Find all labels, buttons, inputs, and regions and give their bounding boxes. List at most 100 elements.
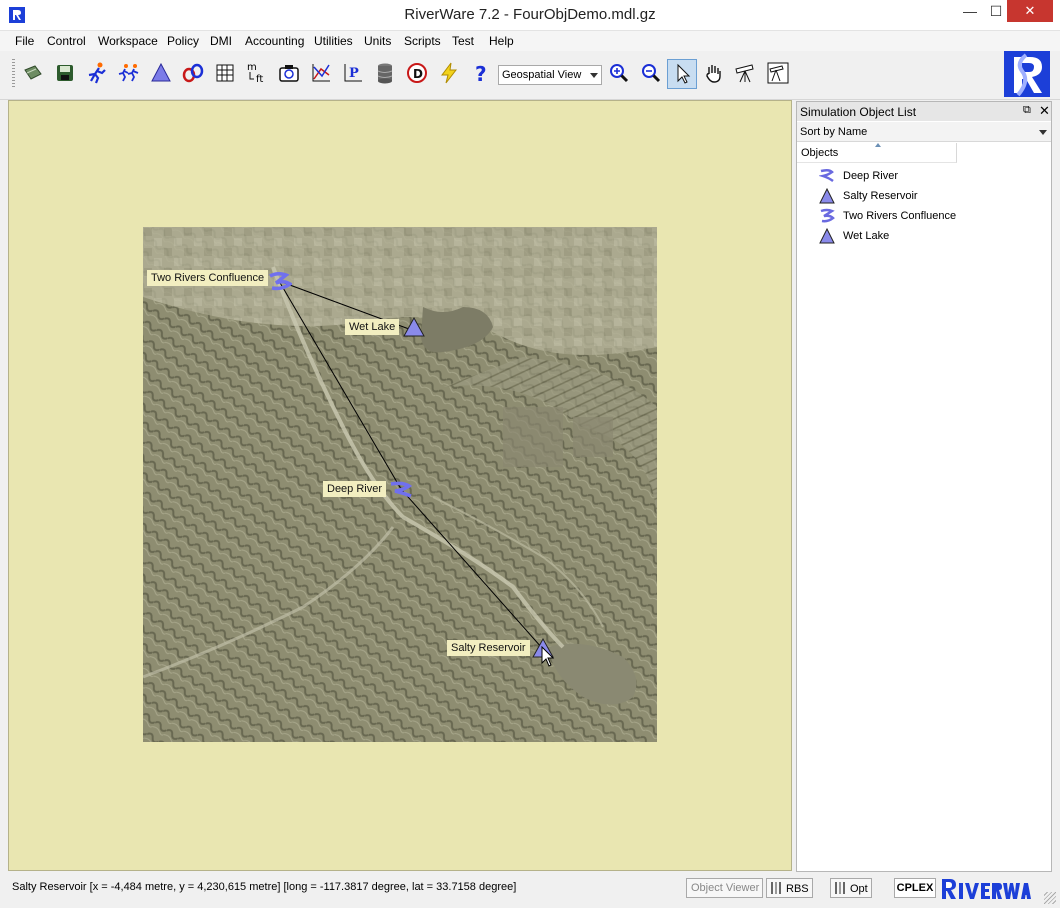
opt-label: Opt [850,883,868,895]
view-selector[interactable]: Geospatial View [498,65,602,85]
reach-icon [819,168,834,183]
pointer-icon [677,63,691,84]
menu-help[interactable]: Help [489,34,514,48]
close-panel-icon[interactable]: ✕ [1039,103,1050,119]
ruleset-icon [771,882,784,894]
rbs-button[interactable]: RBS [766,878,813,898]
close-button[interactable]: ✕ [1007,0,1053,22]
menu-file[interactable]: File [15,34,34,48]
run-icon [88,62,106,84]
mouse-cursor-icon [541,646,555,667]
workspace-canvas[interactable]: Two Rivers Confluence Wet Lake Deep Rive… [8,100,792,871]
menu-accounting[interactable]: Accounting [245,34,304,48]
help-icon: ? [475,62,487,85]
save-icon [57,65,73,81]
menu-test[interactable]: Test [452,34,474,48]
list-item-label: Deep River [843,170,899,182]
telescope-icon [735,64,754,83]
opt-button[interactable]: Opt [830,878,872,898]
title-bar: RiverWare 7.2 - FourObjDemo.mdl.gz — ☐ ✕ [0,0,1060,31]
menu-units[interactable]: Units [364,34,391,48]
rbs-label: RBS [786,883,809,895]
menu-policy[interactable]: Policy [167,34,199,48]
resize-grip[interactable] [1044,892,1056,904]
telescope-button[interactable] [734,61,758,85]
riverware-wordmark-logo [942,879,1031,899]
cplex-label: CPLEX [896,882,934,894]
view-icon [767,62,789,84]
confluence-icon [820,208,835,223]
panel-title: Simulation Object List [800,105,917,119]
object-viewer-button[interactable]: Object Viewer [686,878,764,898]
zoom-in-button[interactable] [607,61,631,85]
sort-ascending-icon [875,143,881,147]
open-icon [24,65,42,80]
view-button[interactable] [766,61,790,85]
help-glyph: ? [475,62,487,85]
menu-scripts[interactable]: Scripts [404,34,441,48]
list-item-label: Salty Reservoir [843,190,918,202]
sort-selector[interactable]: Sort by Name [797,122,1051,142]
wet-lake-label[interactable]: Wet Lake [345,319,400,335]
chevron-down-icon [1039,130,1047,135]
reservoir-tool-button[interactable] [149,61,173,85]
run-button[interactable] [85,61,109,85]
pan-hand-icon [706,65,721,83]
plot-icon [312,64,330,82]
optimization-icon [835,882,848,894]
diagnostics-letter: D [413,67,423,81]
policy-letter: P [349,66,359,81]
lightning-button[interactable] [437,61,461,85]
pan-button[interactable] [702,61,726,85]
menu-utilities[interactable]: Utilities [314,34,353,48]
save-button[interactable] [53,61,77,85]
panel-header: Simulation Object List ⧉ ✕ [797,102,1051,121]
pointer-tool-button[interactable] [667,59,697,89]
cplex-badge: CPLEX [894,878,936,898]
sort-selector-value: Sort by Name [800,126,868,138]
link-icon [182,63,204,83]
reservoir-icon [819,188,835,204]
policy-button[interactable]: P [341,61,365,85]
reservoir-icon[interactable] [403,317,425,337]
units-bottom-label: ft [256,74,263,85]
lightning-icon [441,62,458,84]
zoom-in-icon [610,64,629,83]
reach-icon[interactable] [389,481,413,499]
policy-icon: P [344,64,362,82]
database-icon [377,63,393,84]
database-button[interactable] [373,61,397,85]
plot-button[interactable] [309,61,333,85]
units-top-label: m [247,62,257,73]
list-item-label: Two Rivers Confluence [843,210,957,222]
toolbar-grip[interactable] [12,59,15,89]
confluence-icon[interactable] [268,272,292,292]
snapshot-button[interactable] [277,61,301,85]
grid-button[interactable] [213,61,237,85]
menu-dmi[interactable]: DMI [210,34,232,48]
open-button[interactable] [21,61,45,85]
chevron-down-icon [590,73,598,78]
zoom-out-button[interactable] [639,61,663,85]
menu-workspace[interactable]: Workspace [98,34,158,48]
list-item-label: Wet Lake [843,230,890,242]
object-viewer-label: Object Viewer [691,882,760,894]
help-button[interactable]: ? [469,61,493,85]
diagnostics-icon: D [407,63,427,83]
deep-river-label[interactable]: Deep River [323,481,387,497]
objects-column-label: Objects [801,147,839,159]
link-button[interactable] [181,61,205,85]
window-title: RiverWare 7.2 - FourObjDemo.mdl.gz [404,6,656,23]
simulation-object-list-panel: Simulation Object List ⧉ ✕ Sort by Name … [796,101,1052,872]
view-selector-value: Geospatial View [502,69,582,81]
status-text: Salty Reservoir [x = -4,484 metre, y = 4… [12,881,517,893]
diagnostics-button[interactable]: D [405,61,429,85]
menu-control[interactable]: Control [47,34,86,48]
float-panel-icon[interactable]: ⧉ [1023,104,1031,117]
menu-bar: File Control Workspace Policy DMI Accoun… [0,31,1060,51]
run-multiple-icon [118,64,139,82]
units-button[interactable]: m ft [245,61,269,85]
confluence-label[interactable]: Two Rivers Confluence [147,270,269,286]
salty-reservoir-label[interactable]: Salty Reservoir [447,640,530,656]
run-multiple-button[interactable] [117,61,141,85]
